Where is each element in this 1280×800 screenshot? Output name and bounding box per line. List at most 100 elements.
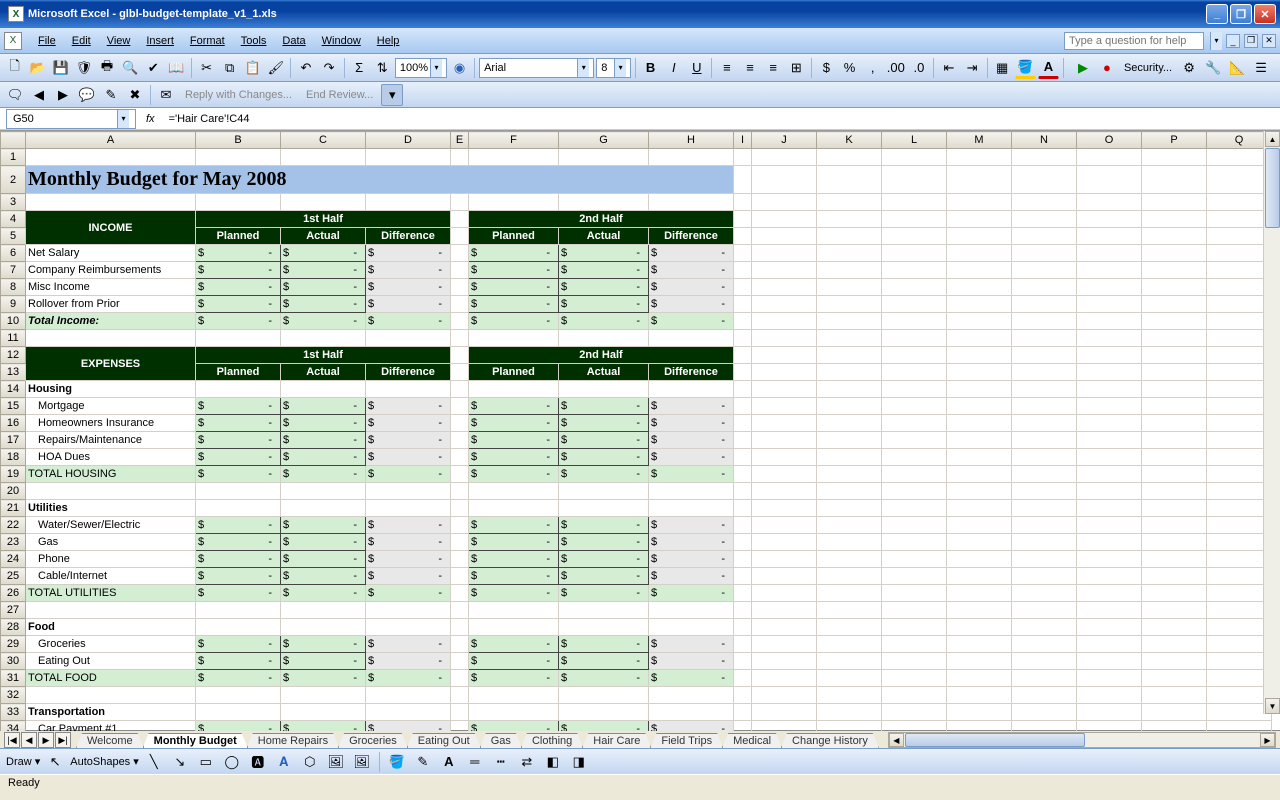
cell-P6[interactable] [1142,245,1207,262]
cell-F9[interactable]: $- [469,296,559,313]
cell-B22[interactable]: $- [196,517,281,534]
cell-E28[interactable] [451,619,469,636]
cell-I7[interactable] [734,262,752,279]
col-header-H[interactable]: H [649,132,734,149]
cell-M27[interactable] [947,602,1012,619]
clipart-icon[interactable]: 🖼 [325,751,347,773]
cell-F26[interactable]: $- [469,585,559,602]
cell-J24[interactable] [752,551,817,568]
format-painter-icon[interactable]: 🖌 [265,57,286,79]
cell-D19[interactable]: $- [366,466,451,483]
menu-help[interactable]: Help [369,32,408,50]
cell-O28[interactable] [1077,619,1142,636]
cell-O31[interactable] [1077,670,1142,687]
cell-BCD4[interactable]: 1st Half [196,211,451,228]
cell-P34[interactable] [1142,721,1207,732]
cell-D13[interactable]: Difference [366,364,451,381]
col-header-L[interactable]: L [882,132,947,149]
cell-O17[interactable] [1077,432,1142,449]
cell-A7[interactable]: Company Reimbursements [26,262,196,279]
cell-Q1[interactable] [1207,149,1272,166]
cell-G31[interactable]: $- [559,670,649,687]
new-icon[interactable]: 🗋 [4,57,25,79]
cell-Q33[interactable] [1207,704,1272,721]
cell-D25[interactable]: $- [366,568,451,585]
cell-K16[interactable] [817,415,882,432]
cell-O16[interactable] [1077,415,1142,432]
cell-J12[interactable] [752,347,817,364]
cell-D6[interactable]: $- [366,245,451,262]
cell-C25[interactable]: $- [281,568,366,585]
currency-icon[interactable]: $ [816,57,837,79]
cell-G18[interactable]: $- [559,449,649,466]
cell-FGH4[interactable]: 2nd Half [469,211,734,228]
cell-H16[interactable]: $- [649,415,734,432]
print-preview-icon[interactable]: 🔍 [120,57,141,79]
cell-I8[interactable] [734,279,752,296]
cell-E22[interactable] [451,517,469,534]
cell-G22[interactable]: $- [559,517,649,534]
cell-H7[interactable]: $- [649,262,734,279]
cell-C22[interactable]: $- [281,517,366,534]
cell-C21[interactable] [281,500,366,517]
cell-O25[interactable] [1077,568,1142,585]
row-header-3[interactable]: 3 [1,194,26,211]
tab-nav-2[interactable]: ▶ [38,732,54,748]
cell-H19[interactable]: $- [649,466,734,483]
cell-H29[interactable]: $- [649,636,734,653]
row-header-32[interactable]: 32 [1,687,26,704]
font-color-icon[interactable]: A [1038,57,1059,79]
cell-F5[interactable]: Planned [469,228,559,245]
cell-A15[interactable]: Mortgage [26,398,196,415]
cell-C8[interactable]: $- [281,279,366,296]
sheet-tab-gas[interactable]: Gas [480,733,522,748]
cell-F16[interactable]: $- [469,415,559,432]
cell-L12[interactable] [882,347,947,364]
cell-B24[interactable]: $- [196,551,281,568]
cell-H34[interactable]: $- [649,721,734,732]
cell-D3[interactable] [366,194,451,211]
cell-F28[interactable] [469,619,559,636]
arrow-icon[interactable]: ↘ [169,751,191,773]
cell-N26[interactable] [1012,585,1077,602]
formula-input[interactable]: ='Hair Care'!C44 [165,113,1280,125]
spelling-icon[interactable]: ✔ [143,57,164,79]
cell-B3[interactable] [196,194,281,211]
cell-L4[interactable] [882,211,947,228]
cell-P18[interactable] [1142,449,1207,466]
cell-I24[interactable] [734,551,752,568]
cell-L20[interactable] [882,483,947,500]
cell-M8[interactable] [947,279,1012,296]
prev-comment-icon[interactable]: ◀ [28,84,50,106]
cell-M12[interactable] [947,347,1012,364]
cell-J19[interactable] [752,466,817,483]
cell-F25[interactable]: $- [469,568,559,585]
cell-M28[interactable] [947,619,1012,636]
cell-L31[interactable] [882,670,947,687]
cell-Q30[interactable] [1207,653,1272,670]
cell-B32[interactable] [196,687,281,704]
cell-F11[interactable] [469,330,559,347]
cell-K31[interactable] [817,670,882,687]
cell-O6[interactable] [1077,245,1142,262]
scroll-up-icon[interactable]: ▲ [1265,131,1280,147]
cell-B16[interactable]: $- [196,415,281,432]
cell-A25[interactable]: Cable/Internet [26,568,196,585]
cell-A3[interactable] [26,194,196,211]
reply-changes-button[interactable]: Reply with Changes... [179,89,298,101]
cell-L2[interactable] [882,166,947,194]
cell-C24[interactable]: $- [281,551,366,568]
cell-A26[interactable]: TOTAL UTILITIES [26,585,196,602]
cell-P10[interactable] [1142,313,1207,330]
cell-N22[interactable] [1012,517,1077,534]
cell-E34[interactable] [451,721,469,732]
cell-B30[interactable]: $- [196,653,281,670]
cell-Q23[interactable] [1207,534,1272,551]
cell-E17[interactable] [451,432,469,449]
show-comments-icon[interactable]: 💬 [76,84,98,106]
cell-A23[interactable]: Gas [26,534,196,551]
cell-M13[interactable] [947,364,1012,381]
sheet-tab-home-repairs[interactable]: Home Repairs [247,733,339,748]
comma-icon[interactable]: , [862,57,883,79]
cell-J26[interactable] [752,585,817,602]
